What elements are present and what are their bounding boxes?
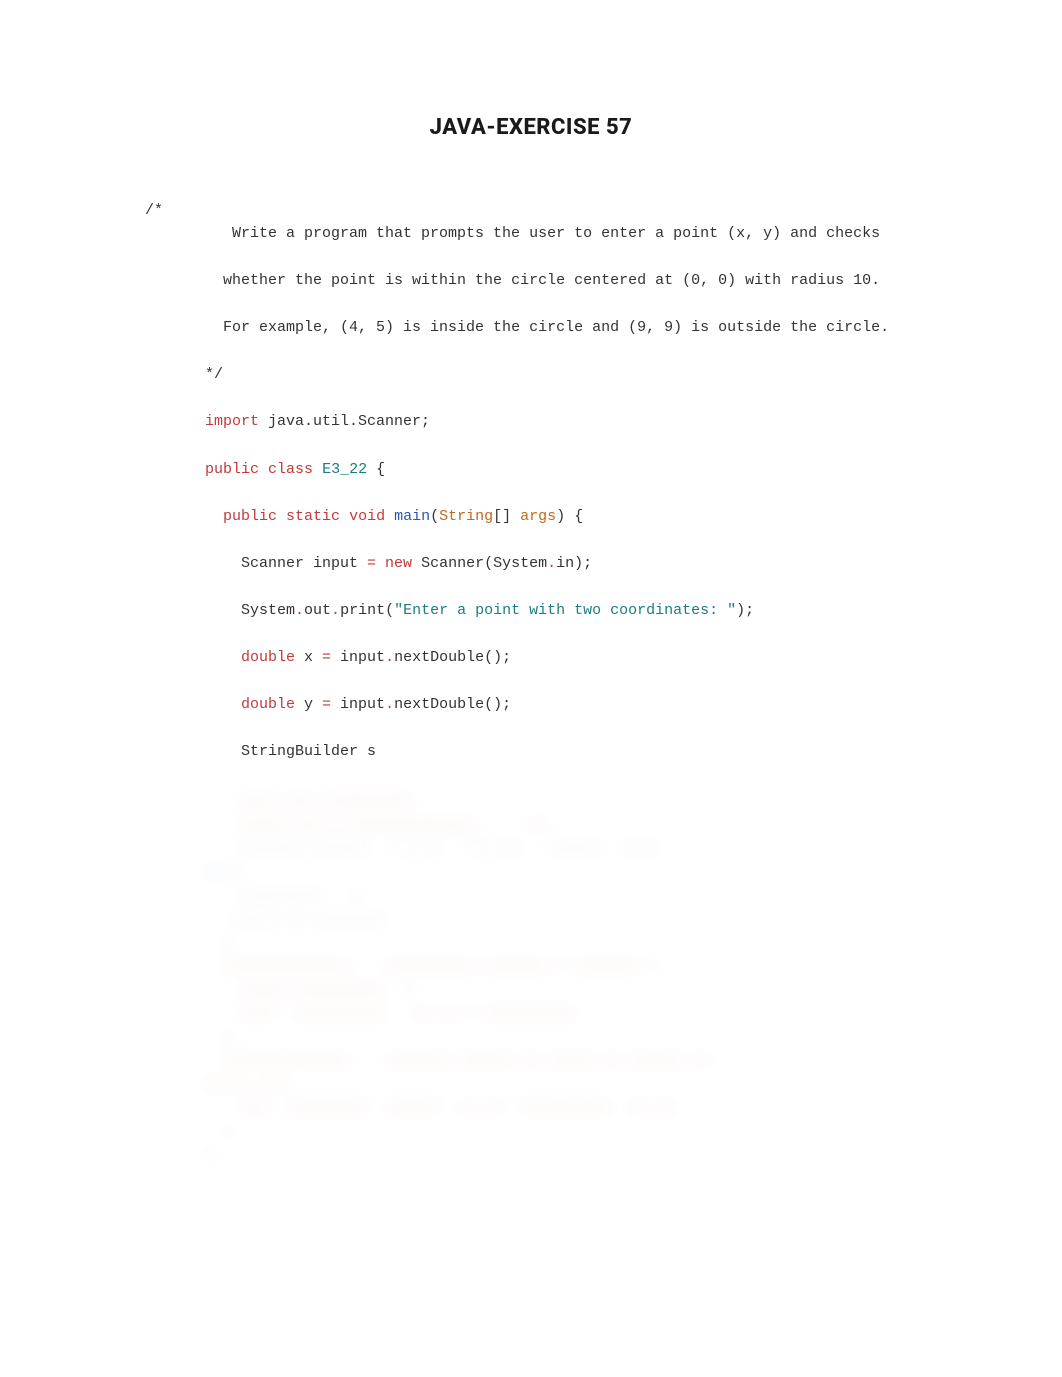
sb-text: StringBuilder s — [205, 743, 385, 760]
nd-4: nextDouble(); — [394, 696, 511, 713]
input-3: input — [331, 649, 385, 666]
main-void: void — [349, 508, 385, 525]
blurred-content: ---- --- ---------- ----- --- - --------… — [145, 789, 917, 1166]
class-decl: public class E3_22 { — [145, 458, 917, 482]
dot-1: . — [547, 555, 556, 572]
main-public: public — [223, 508, 277, 525]
class-keyword: class — [268, 461, 313, 478]
new-1: new — [376, 555, 412, 572]
stringbuilder-line: StringBuilder s — [145, 740, 917, 764]
scanner-pre: Scanner input — [205, 555, 367, 572]
double-y-line: double y = input.nextDouble(); — [145, 693, 917, 717]
y-var: y — [295, 696, 322, 713]
double-kw-3: double — [205, 649, 295, 666]
main-decl: public static void main(String[] args) { — [145, 505, 917, 529]
print-2: print( — [340, 602, 394, 619]
code-block: /* Write a program that prompts the user… — [145, 175, 917, 787]
comment-line-2: whether the point is within the circle c… — [145, 269, 917, 293]
print-line: System.out.print("Enter a point with two… — [145, 599, 917, 623]
scanner-call: Scanner(System — [412, 555, 547, 572]
system-2: System — [205, 602, 295, 619]
eq-4: = — [322, 696, 331, 713]
eq-1: = — [367, 555, 376, 572]
import-rest: java.util.Scanner; — [259, 413, 430, 430]
end-2: ); — [736, 602, 754, 619]
page-title: JAVA-EXERCISE 57 — [145, 115, 917, 140]
x-var: x — [295, 649, 322, 666]
import-line: import java.util.Scanner; — [145, 410, 917, 434]
string-type: String — [439, 508, 493, 525]
dot-3: . — [385, 649, 394, 666]
comment-line-3: For example, (4, 5) is inside the circle… — [145, 316, 917, 340]
import-keyword: import — [205, 413, 259, 430]
comment-close: */ — [145, 363, 917, 387]
brace-open: { — [367, 461, 385, 478]
input-4: input — [331, 696, 385, 713]
nd-3: nextDouble(); — [394, 649, 511, 666]
dot-2a: . — [295, 602, 304, 619]
str-2: "Enter a point with two coordinates: " — [394, 602, 736, 619]
double-x-line: double x = input.nextDouble(); — [145, 646, 917, 670]
double-kw-4: double — [205, 696, 295, 713]
args-name: args — [520, 508, 556, 525]
paren-open: ( — [430, 508, 439, 525]
in-end: in); — [556, 555, 592, 572]
public-keyword: public — [205, 461, 259, 478]
eq-3: = — [322, 649, 331, 666]
out-2: out — [304, 602, 331, 619]
scanner-line: Scanner input = new Scanner(System.in); — [145, 552, 917, 576]
dot-4: . — [385, 696, 394, 713]
comment-open: /* — [145, 202, 163, 219]
paren-close: ) { — [556, 508, 583, 525]
dot-2b: . — [331, 602, 340, 619]
comment-line-1: Write a program that prompts the user to… — [145, 222, 917, 246]
brackets: [] — [493, 508, 520, 525]
main-static: static — [286, 508, 340, 525]
main-name: main — [394, 508, 430, 525]
class-name: E3_22 — [322, 461, 367, 478]
